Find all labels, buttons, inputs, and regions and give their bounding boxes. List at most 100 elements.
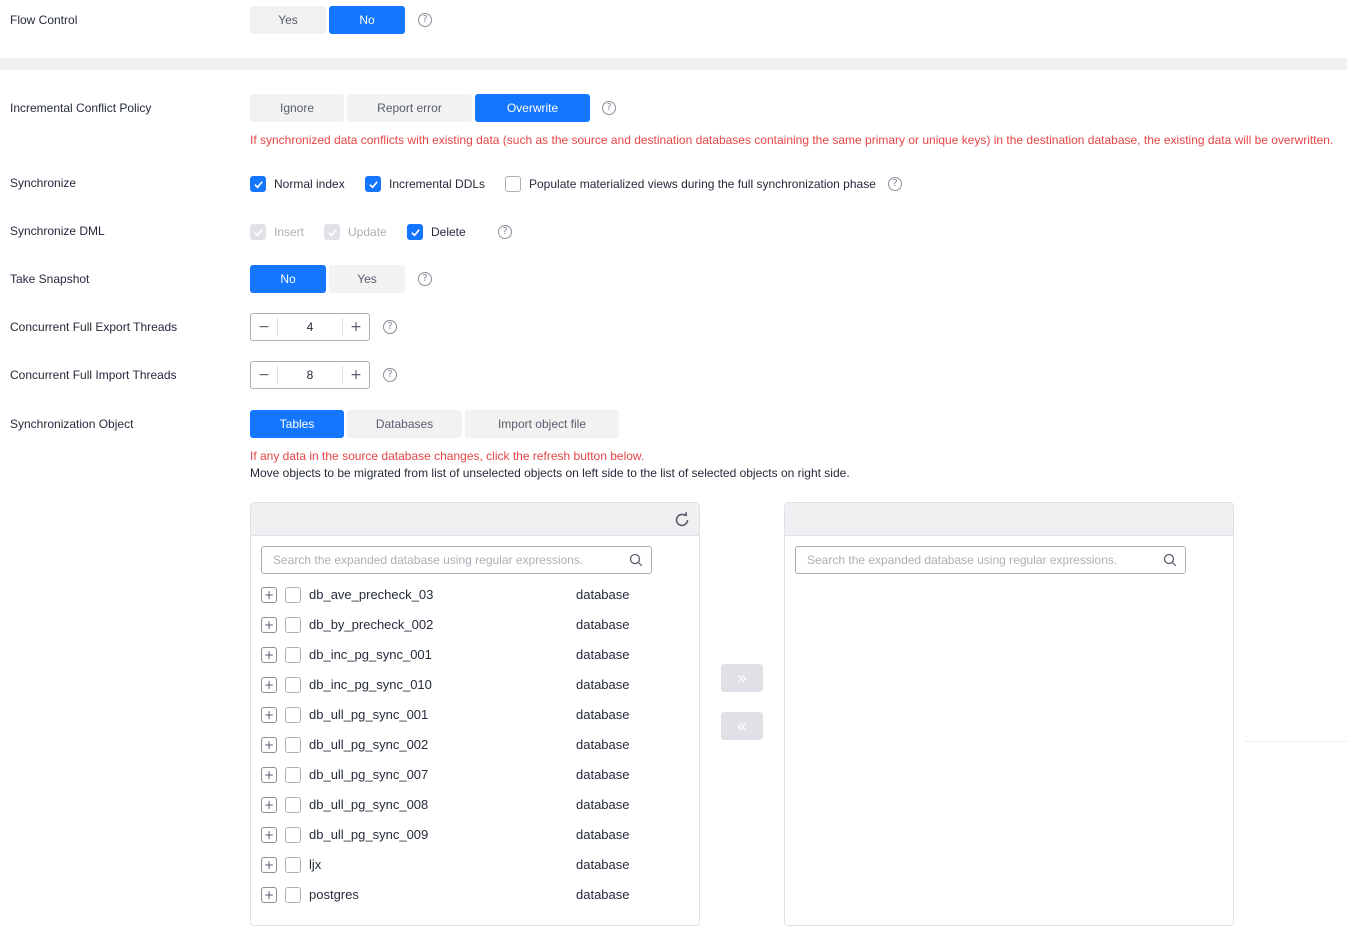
- sync-object-label: Synchronization Object: [10, 417, 134, 431]
- refresh-note: If any data in the source database chang…: [250, 449, 645, 463]
- import-threads-value[interactable]: 8: [277, 366, 343, 384]
- refresh-icon[interactable]: [673, 511, 691, 529]
- expand-icon[interactable]: +: [261, 647, 277, 663]
- item-checkbox[interactable]: [285, 737, 301, 753]
- help-icon[interactable]: ?: [602, 101, 616, 115]
- update-label: Update: [348, 225, 387, 239]
- incremental-ddls-checkbox[interactable]: [365, 176, 381, 192]
- item-checkbox[interactable]: [285, 707, 301, 723]
- help-icon[interactable]: ?: [383, 368, 397, 382]
- list-item: + db_ull_pg_sync_001 database: [251, 700, 699, 730]
- search-input[interactable]: Search the expanded database using regul…: [261, 546, 652, 574]
- search-input[interactable]: Search the expanded database using regul…: [795, 546, 1186, 574]
- list-item: + postgres database: [251, 880, 699, 910]
- sync-object-tables[interactable]: Tables: [250, 410, 344, 438]
- expand-icon[interactable]: +: [261, 707, 277, 723]
- synchronize-dml-label: Synchronize DML: [10, 224, 105, 238]
- help-icon[interactable]: ?: [498, 225, 512, 239]
- expand-icon[interactable]: +: [261, 887, 277, 903]
- checkmark-icon: [368, 180, 378, 188]
- sync-object-databases[interactable]: Databases: [347, 410, 462, 438]
- decrement-button[interactable]: −: [251, 314, 277, 340]
- import-threads-stepper: − 8 +: [250, 361, 370, 389]
- item-name: db_ull_pg_sync_002: [309, 737, 429, 752]
- take-snapshot-label: Take Snapshot: [10, 272, 90, 286]
- item-name: db_ull_pg_sync_009: [309, 827, 429, 842]
- item-type: database: [576, 617, 630, 632]
- help-icon[interactable]: ?: [888, 177, 902, 191]
- conflict-policy-label: Incremental Conflict Policy: [10, 101, 152, 115]
- populate-views-label: Populate materialized views during the f…: [529, 177, 876, 191]
- search-icon[interactable]: [629, 553, 643, 567]
- item-checkbox[interactable]: [285, 677, 301, 693]
- flow-control-no[interactable]: No: [329, 6, 405, 34]
- expand-icon[interactable]: +: [261, 857, 277, 873]
- take-snapshot-no[interactable]: No: [250, 265, 326, 293]
- export-threads-value[interactable]: 4: [277, 318, 343, 336]
- expand-icon[interactable]: +: [261, 827, 277, 843]
- move-left-button[interactable]: «: [721, 712, 763, 740]
- conflict-policy-report-error[interactable]: Report error: [347, 94, 472, 122]
- list-item: + db_ave_precheck_03 database: [251, 580, 699, 610]
- item-type: database: [576, 887, 630, 902]
- checkmark-icon: [327, 228, 337, 236]
- import-threads-label: Concurrent Full Import Threads: [10, 368, 177, 382]
- panel-header: [785, 503, 1233, 536]
- increment-button[interactable]: +: [343, 362, 369, 388]
- item-type: database: [576, 737, 630, 752]
- item-checkbox[interactable]: [285, 887, 301, 903]
- list-item: + db_ull_pg_sync_009 database: [251, 820, 699, 850]
- item-checkbox[interactable]: [285, 647, 301, 663]
- item-checkbox[interactable]: [285, 767, 301, 783]
- incremental-ddls-label: Incremental DDLs: [389, 177, 486, 191]
- expand-icon[interactable]: +: [261, 767, 277, 783]
- decrement-button[interactable]: −: [251, 362, 277, 388]
- expand-icon[interactable]: +: [261, 737, 277, 753]
- flow-control-yes[interactable]: Yes: [250, 6, 326, 34]
- item-checkbox[interactable]: [285, 827, 301, 843]
- sync-object-import-file[interactable]: Import object file: [465, 410, 619, 438]
- help-icon[interactable]: ?: [383, 320, 397, 334]
- double-chevron-left-icon: «: [736, 715, 748, 737]
- search-icon[interactable]: [1163, 553, 1177, 567]
- flow-control-label: Flow Control: [10, 13, 78, 27]
- export-threads-stepper: − 4 +: [250, 313, 370, 341]
- insert-label: Insert: [274, 225, 305, 239]
- expand-icon[interactable]: +: [261, 797, 277, 813]
- expand-icon[interactable]: +: [261, 677, 277, 693]
- section-divider: [0, 58, 1347, 70]
- move-right-button[interactable]: »: [721, 664, 763, 692]
- item-type: database: [576, 767, 630, 782]
- list-item: + db_ull_pg_sync_007 database: [251, 760, 699, 790]
- item-name: db_ull_pg_sync_001: [309, 707, 429, 722]
- selected-objects-panel: Search the expanded database using regul…: [784, 502, 1234, 926]
- conflict-policy-overwrite[interactable]: Overwrite: [475, 94, 590, 122]
- search-placeholder: Search the expanded database using regul…: [807, 553, 1118, 567]
- item-checkbox[interactable]: [285, 587, 301, 603]
- item-type: database: [576, 587, 630, 602]
- increment-button[interactable]: +: [343, 314, 369, 340]
- item-name: db_by_precheck_002: [309, 617, 434, 632]
- conflict-policy-ignore[interactable]: Ignore: [250, 94, 344, 122]
- item-type: database: [576, 677, 630, 692]
- help-icon[interactable]: ?: [418, 272, 432, 286]
- checkmark-icon: [253, 228, 263, 236]
- expand-icon[interactable]: +: [261, 617, 277, 633]
- conflict-policy-note: If synchronized data conflicts with exis…: [250, 133, 1334, 147]
- export-threads-label: Concurrent Full Export Threads: [10, 320, 178, 334]
- synchronize-label: Synchronize: [10, 176, 77, 190]
- item-type: database: [576, 827, 630, 842]
- item-checkbox[interactable]: [285, 617, 301, 633]
- take-snapshot-yes[interactable]: Yes: [329, 265, 405, 293]
- populate-views-checkbox[interactable]: [505, 176, 521, 192]
- item-name: db_ull_pg_sync_008: [309, 797, 429, 812]
- delete-label: Delete: [431, 225, 466, 239]
- divider: [1244, 741, 1347, 742]
- item-checkbox[interactable]: [285, 797, 301, 813]
- normal-index-checkbox[interactable]: [250, 176, 266, 192]
- delete-checkbox[interactable]: [407, 224, 423, 240]
- item-checkbox[interactable]: [285, 857, 301, 873]
- help-icon[interactable]: ?: [418, 13, 432, 27]
- insert-checkbox: [250, 224, 266, 240]
- expand-icon[interactable]: +: [261, 587, 277, 603]
